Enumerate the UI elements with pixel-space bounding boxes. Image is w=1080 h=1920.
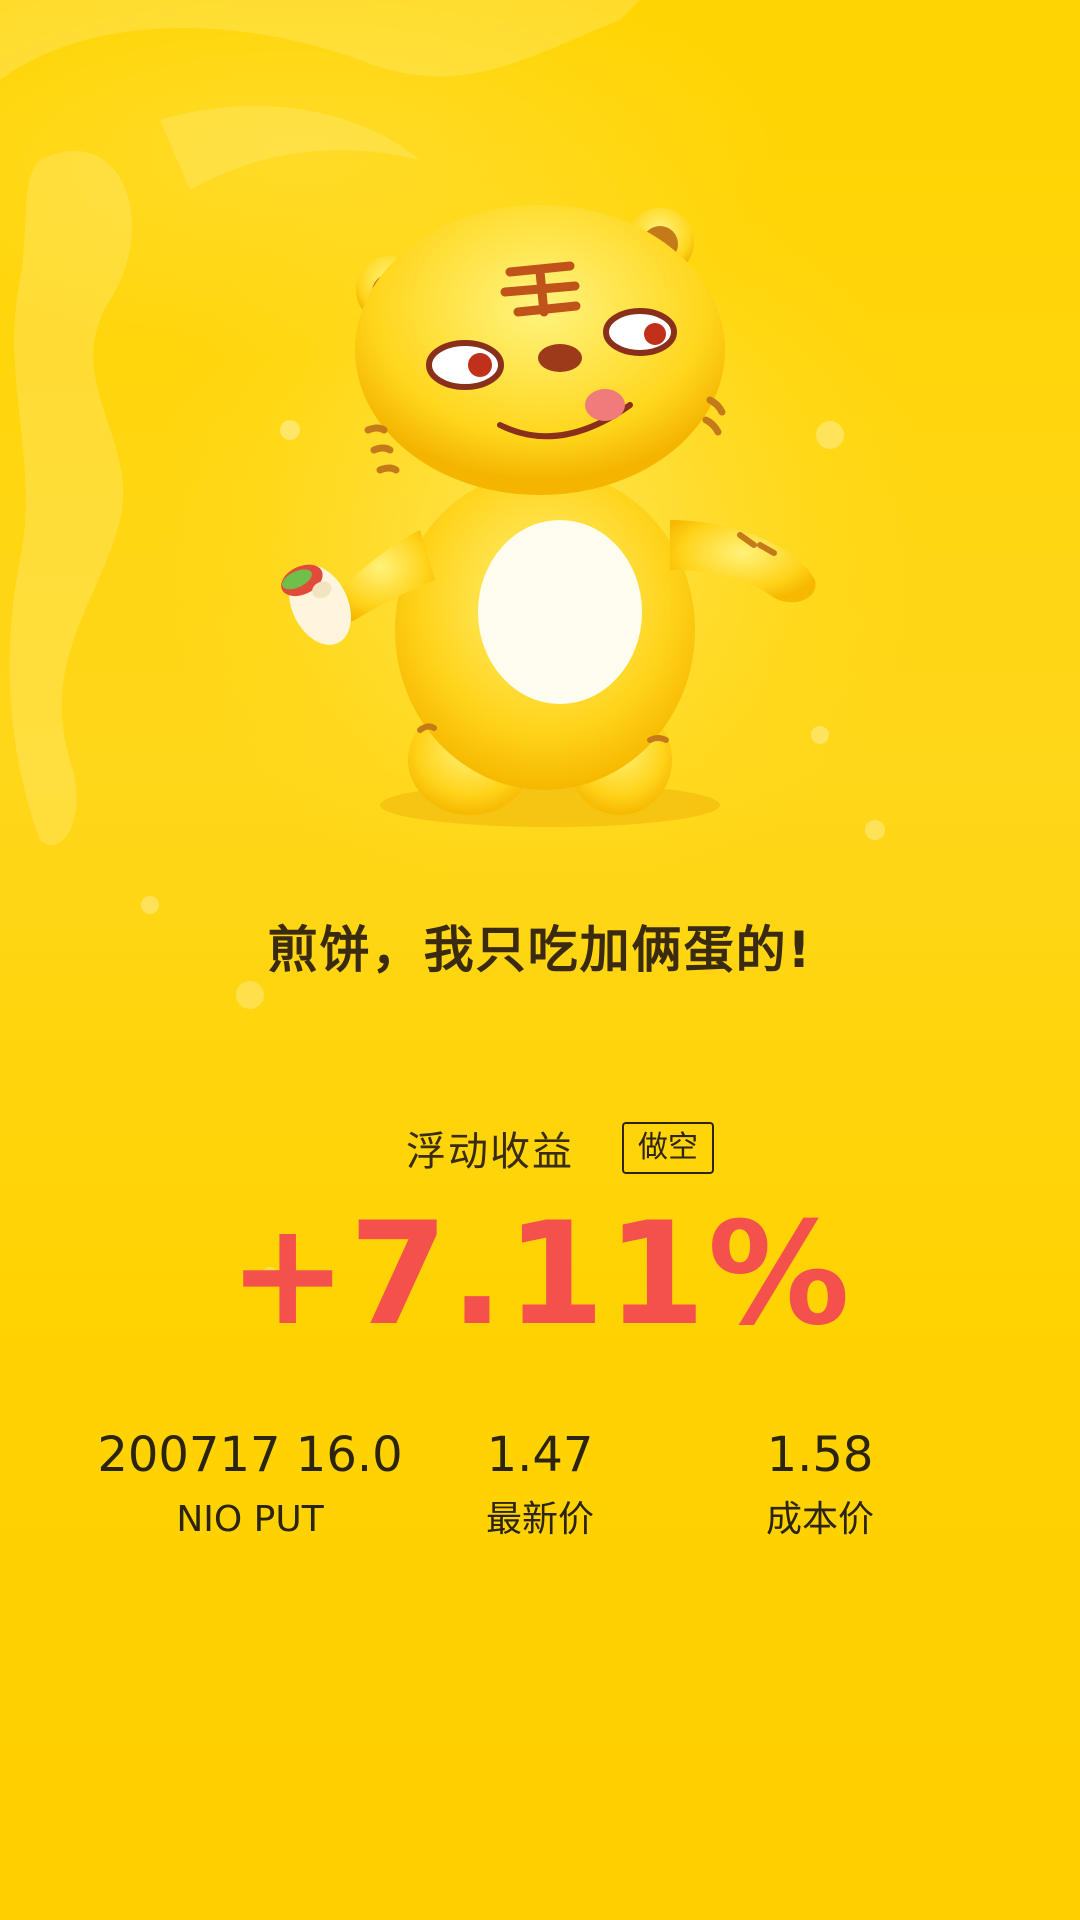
share-card: 煎饼，我只吃加俩蛋的! 浮动收益 做空 +7.11% 200717 16.0 N… [0,0,1080,1920]
pnl-header: 浮动收益 做空 [0,1118,1080,1178]
cost-price-label: 成本价 [765,1499,874,1540]
last-price-label: 最新价 [485,1499,594,1540]
contract-spec: 200717 16.0 [97,1427,403,1483]
short-direction-badge: 做空 [622,1122,714,1174]
floating-pnl-label: 浮动收益 [406,1129,574,1175]
stat-last-price: 1.47 最新价 [440,1420,640,1548]
position-stats: 200717 16.0 NIO PUT 1.47 最新价 1.58 成本价 [0,1420,1080,1560]
tiger-mascot-illustration [281,205,816,827]
stat-contract: 200717 16.0 NIO PUT [80,1420,420,1548]
stat-cost-price: 1.58 成本价 [720,1420,920,1548]
last-price-value: 1.47 [486,1427,594,1483]
contract-symbol: NIO PUT [176,1499,324,1540]
floating-pnl-value: +7.11% [228,1192,852,1357]
slogan-text: 煎饼，我只吃加俩蛋的! [267,921,813,979]
cost-price-value: 1.58 [766,1427,874,1483]
